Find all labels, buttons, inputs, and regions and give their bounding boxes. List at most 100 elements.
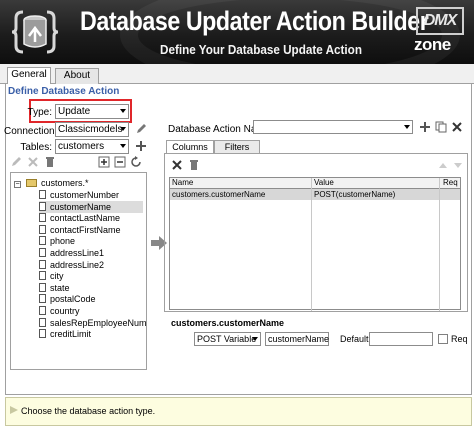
hint-text: Choose the database action type. — [21, 406, 156, 416]
field-icon — [39, 259, 46, 269]
move-down-icon[interactable] — [452, 159, 464, 171]
row-value: POST(customerName) — [314, 190, 396, 199]
header-banner: Database Updater Action Builder Define Y… — [0, 0, 474, 64]
col-header-name[interactable]: Name — [170, 178, 193, 188]
section-title: Define Database Action — [8, 86, 120, 97]
connection-label: Connection: — [4, 126, 58, 137]
req-checkbox[interactable] — [438, 334, 448, 344]
list-item[interactable]: state — [39, 282, 143, 294]
list-item[interactable]: contactLastName — [39, 212, 143, 224]
col-header-req[interactable]: Req — [441, 178, 458, 188]
tab-general[interactable]: General — [7, 67, 51, 84]
variable-name-input[interactable]: customerName — [265, 332, 329, 346]
col-divider — [439, 178, 440, 311]
list-item[interactable]: city — [39, 270, 143, 282]
field-icon — [39, 190, 46, 199]
tables-select[interactable]: customers — [55, 139, 129, 154]
grid-header: Name Value Req — [170, 178, 460, 189]
connection-select[interactable]: Classicmodels — [55, 122, 129, 137]
tab-about[interactable]: About — [55, 68, 99, 84]
action-name-input[interactable] — [253, 120, 413, 134]
banner-title: Database Updater Action Builder — [80, 6, 429, 36]
database-update-logo-icon — [11, 10, 59, 54]
row-name: customers.customerName — [172, 190, 266, 199]
tab-filters[interactable]: Filters — [214, 140, 260, 154]
field-icon — [39, 248, 46, 257]
field-name: addressLine1 — [50, 248, 105, 258]
table-row[interactable]: customers.customerName POST(customerName… — [170, 189, 460, 200]
delete-column-trash-icon[interactable] — [188, 159, 200, 171]
refresh-icon[interactable] — [130, 156, 142, 168]
collapse-all-icon[interactable] — [114, 156, 126, 168]
list-item[interactable]: country — [39, 305, 143, 317]
field-icon — [39, 213, 46, 223]
move-up-icon[interactable] — [437, 159, 449, 171]
field-icon — [39, 306, 46, 315]
edit-connection-pencil-icon[interactable] — [135, 123, 147, 135]
default-label: Default: — [340, 334, 372, 344]
remove-column-x-icon[interactable] — [171, 159, 183, 171]
list-item[interactable]: addressLine2 — [39, 259, 143, 271]
list-item[interactable]: postalCode — [39, 293, 143, 305]
field-name: state — [50, 282, 70, 293]
field-icon — [39, 236, 46, 246]
default-value-input[interactable] — [369, 332, 433, 346]
field-name: addressLine2 — [50, 259, 105, 270]
list-item[interactable]: contactFirstName — [39, 224, 143, 236]
remove-x-icon[interactable] — [27, 156, 39, 168]
field-name: creditLimit — [50, 329, 92, 340]
col-divider — [311, 178, 312, 311]
field-icon — [39, 329, 46, 339]
hint-info-icon — [10, 406, 18, 414]
dmxzone-logo: DMX zone — [412, 5, 468, 57]
expand-all-icon[interactable] — [98, 156, 110, 168]
field-name: contactFirstName — [50, 224, 121, 235]
col-header-value[interactable]: Value — [312, 178, 334, 188]
source-select[interactable]: POST Variable — [194, 332, 261, 346]
list-item[interactable]: phone — [39, 235, 143, 247]
list-item[interactable]: salesRepEmployeeNum — [39, 317, 146, 329]
field-name: salesRepEmployeeNum — [50, 317, 147, 328]
field-name: postalCode — [50, 294, 96, 305]
field-icon — [39, 317, 46, 327]
field-icon — [39, 294, 46, 304]
type-label: Type: — [27, 107, 52, 118]
field-icon — [39, 201, 46, 211]
field-name: city — [50, 271, 64, 282]
columns-grid[interactable]: Name Value Req customers.customerName PO… — [169, 177, 461, 311]
list-item[interactable]: creditLimit — [39, 328, 143, 340]
list-item[interactable]: addressLine1 — [39, 247, 143, 259]
tab-columns[interactable]: Columns — [166, 140, 214, 154]
field-icon — [39, 282, 46, 292]
copy-action-icon[interactable] — [435, 121, 447, 133]
tree-root[interactable]: − customers.* — [14, 177, 89, 189]
field-name: customerName — [50, 201, 112, 212]
field-icon — [39, 271, 46, 281]
banner-subtitle: Define Your Database Update Action — [160, 42, 362, 57]
chevron-down-icon — [120, 144, 126, 148]
delete-trash-icon[interactable] — [44, 156, 56, 168]
field-name: country — [50, 306, 80, 316]
fields-tree[interactable]: − customers.* customerNumber customerName… — [10, 172, 147, 370]
add-table-plus-icon[interactable] — [135, 140, 147, 152]
folder-icon — [25, 179, 37, 187]
edit-pencil-icon[interactable] — [10, 156, 22, 168]
collapse-toggle-icon[interactable]: − — [14, 181, 21, 188]
delete-action-x-icon[interactable] — [451, 121, 463, 133]
field-name: contactLastName — [50, 213, 121, 224]
add-action-plus-icon[interactable] — [419, 121, 431, 133]
chevron-down-icon — [120, 127, 126, 131]
tables-label: Tables: — [20, 142, 52, 153]
chevron-down-icon — [252, 337, 258, 341]
selected-field-name: customers.customerName — [171, 318, 285, 328]
field-name: phone — [50, 236, 76, 247]
field-name: customerNumber — [50, 190, 120, 200]
chevron-down-icon — [404, 125, 410, 129]
tab-bar: General About — [0, 64, 474, 84]
list-item[interactable]: customerNumber — [39, 189, 143, 201]
req-label: Req — [451, 334, 468, 344]
chevron-down-icon — [120, 109, 126, 113]
list-item[interactable]: customerName — [39, 200, 143, 213]
field-icon — [39, 224, 46, 234]
type-select[interactable]: Update — [55, 104, 129, 119]
